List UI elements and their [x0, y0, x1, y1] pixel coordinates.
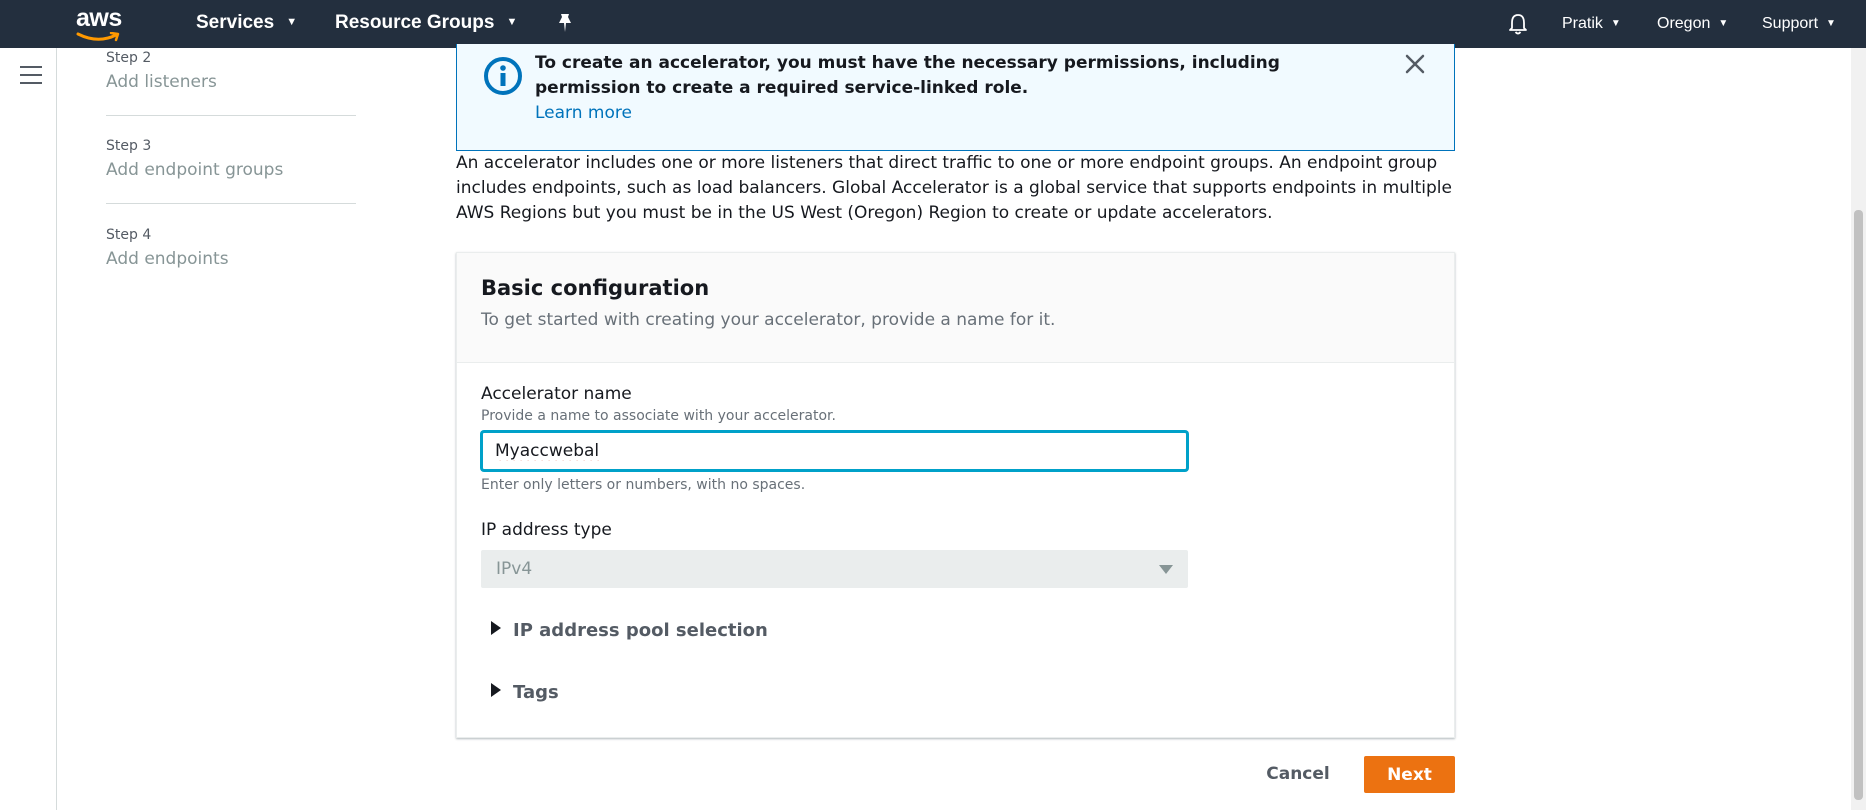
user-label: Pratik — [1562, 15, 1603, 32]
ip-address-pool-selection-toggle[interactable]: IP address pool selection — [491, 620, 768, 641]
aws-logo-text: aws — [76, 4, 122, 32]
panel-title: Basic configuration — [481, 276, 710, 300]
ip-address-type-label: IP address type — [481, 520, 612, 540]
support-label: Support — [1762, 15, 1819, 32]
info-icon — [484, 57, 522, 95]
top-navigation: aws Services ▼ Resource Groups ▼ Pratik ▼ O… — [0, 0, 1866, 48]
ip-address-pool-selection-label: IP address pool selection — [513, 620, 768, 641]
step-number: Step 2 — [106, 50, 152, 66]
services-label: Services — [196, 12, 275, 33]
aws-logo[interactable]: aws — [74, 4, 130, 42]
services-menu[interactable]: Services ▼ — [196, 12, 297, 34]
caret-down-icon — [1159, 565, 1173, 574]
flash-message: To create an accelerator, you must have … — [535, 53, 1280, 98]
basic-configuration-panel: Basic configuration To get started with … — [456, 252, 1455, 738]
menu-icon[interactable] — [20, 66, 42, 84]
chevron-down-icon: ▼ — [506, 16, 518, 28]
tags-label: Tags — [513, 682, 559, 703]
step-label: Add endpoints — [106, 249, 229, 269]
close-icon[interactable] — [1405, 54, 1425, 74]
step-number: Step 4 — [106, 227, 152, 243]
chevron-down-icon: ▼ — [1826, 18, 1836, 29]
scrollbar-thumb[interactable] — [1854, 210, 1863, 800]
panel-header: Basic configuration To get started with … — [457, 253, 1454, 363]
support-menu[interactable]: Support ▼ — [1762, 15, 1836, 33]
step-divider — [106, 115, 356, 116]
resource-groups-label: Resource Groups — [335, 12, 495, 33]
step-add-endpoint-groups: Step 3 Add endpoint groups — [106, 138, 356, 180]
bell-icon[interactable] — [1507, 12, 1529, 36]
cancel-button[interactable]: Cancel — [1256, 756, 1340, 792]
tags-toggle[interactable]: Tags — [491, 682, 559, 703]
chevron-down-icon: ▼ — [1610, 18, 1621, 29]
learn-more-link[interactable]: Learn more — [535, 103, 632, 123]
chevron-down-icon: ▼ — [286, 16, 298, 28]
ip-address-type-select[interactable]: IPv4 — [481, 550, 1188, 588]
step-add-listeners: Step 2 Add listeners — [106, 50, 356, 92]
step-divider — [106, 203, 356, 204]
page-scrollbar[interactable] — [1851, 48, 1866, 810]
user-menu[interactable]: Pratik ▼ — [1562, 15, 1621, 33]
region-menu[interactable]: Oregon ▼ — [1657, 15, 1728, 33]
step-add-endpoints: Step 4 Add endpoints — [106, 227, 356, 269]
ip-address-type-value: IPv4 — [496, 559, 533, 579]
accelerator-name-constraint: Enter only letters or numbers, with no s… — [481, 477, 806, 493]
info-flash: To create an accelerator, you must have … — [456, 44, 1455, 151]
step-label: Add listeners — [106, 72, 217, 92]
caret-right-icon — [491, 683, 501, 697]
resource-groups-menu[interactable]: Resource Groups ▼ — [335, 12, 517, 34]
accelerator-name-label: Accelerator name — [481, 384, 632, 404]
accelerator-name-description: Provide a name to associate with your ac… — [481, 408, 836, 424]
accelerator-description: An accelerator includes one or more list… — [456, 153, 1452, 223]
panel-subtitle: To get started with creating your accele… — [481, 310, 1056, 330]
aws-smile-icon — [76, 32, 120, 42]
step-label: Add endpoint groups — [106, 160, 284, 180]
step-number: Step 3 — [106, 138, 152, 154]
next-button[interactable]: Next — [1364, 756, 1455, 793]
left-rail — [0, 48, 57, 810]
caret-right-icon — [491, 621, 501, 635]
accelerator-name-input[interactable] — [481, 431, 1188, 471]
chevron-down-icon: ▼ — [1718, 18, 1729, 29]
pin-icon[interactable] — [556, 12, 574, 34]
region-label: Oregon — [1657, 15, 1711, 32]
